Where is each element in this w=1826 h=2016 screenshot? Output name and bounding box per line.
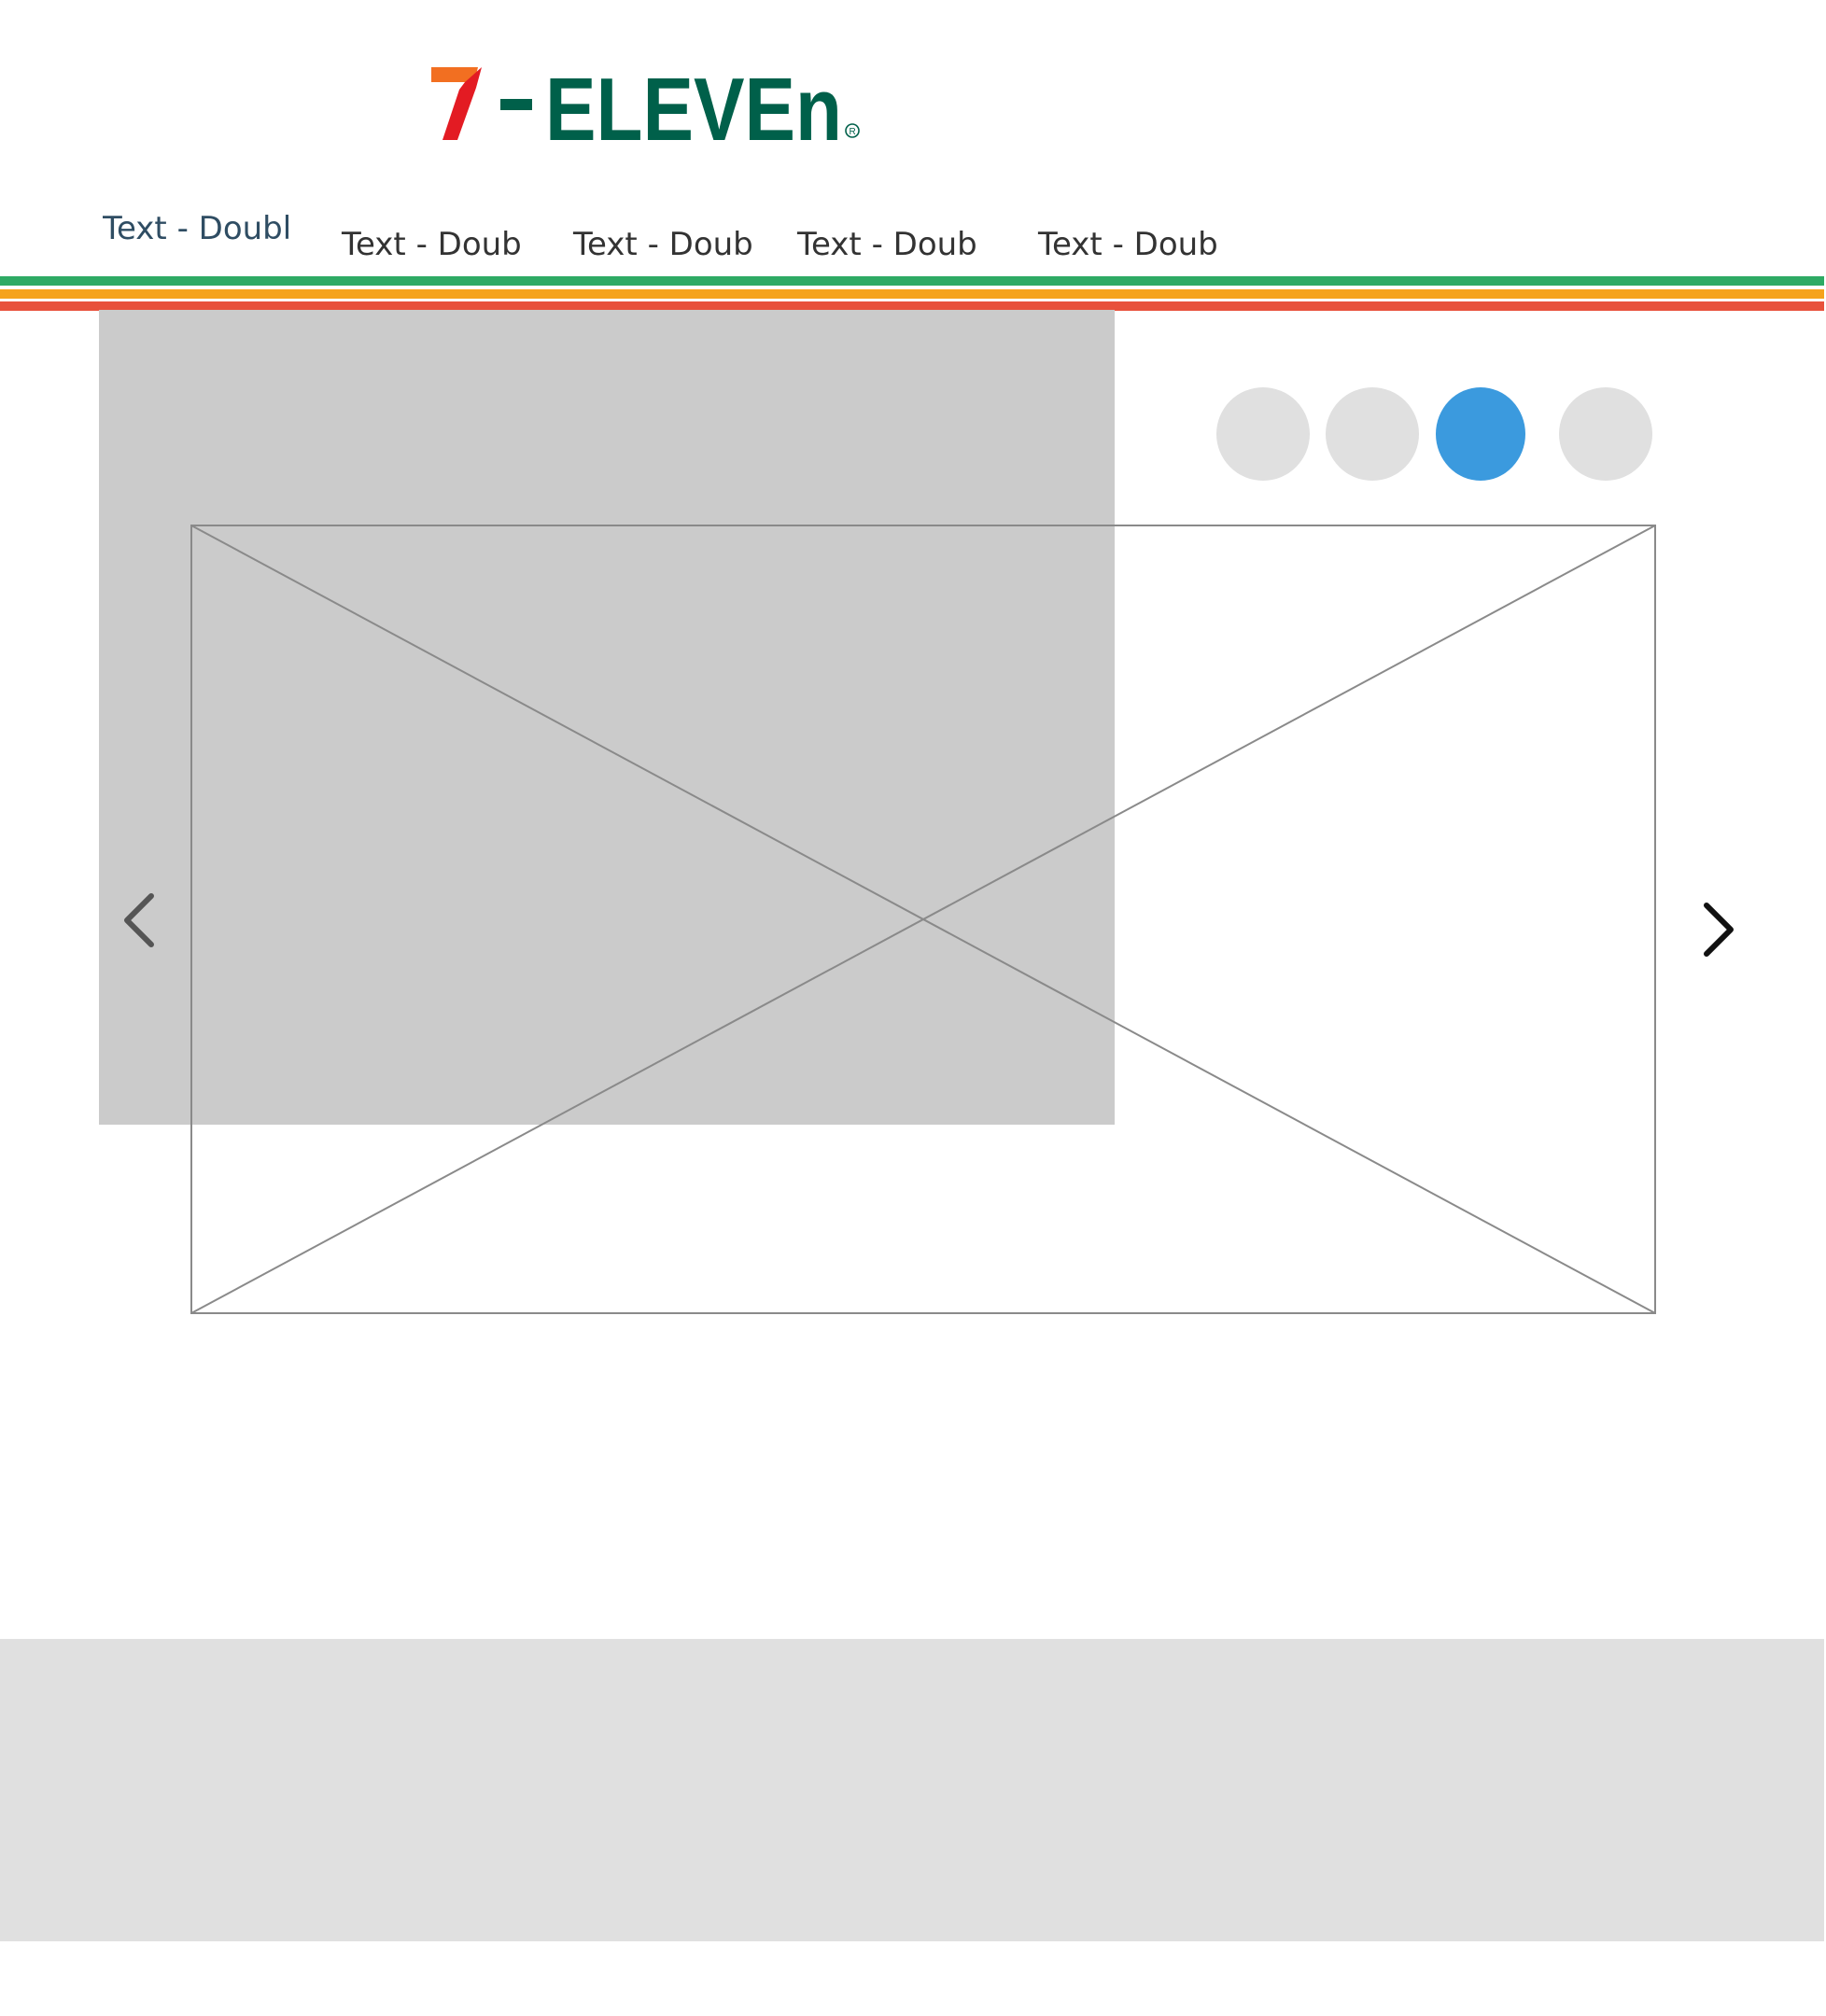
chevron-left-icon [124, 893, 154, 947]
nav-item-4[interactable]: Text - Doub [797, 224, 977, 265]
chevron-right-icon [1704, 903, 1734, 957]
carousel-dot-4[interactable] [1559, 387, 1652, 481]
carousel-dot-1[interactable] [1216, 387, 1310, 481]
carousel-dot-2[interactable] [1326, 387, 1419, 481]
brand-stripe-green [0, 276, 1824, 286]
nav-item-5[interactable]: Text - Doub [1038, 224, 1218, 265]
svg-text:R: R [850, 127, 856, 137]
seven-eleven-logo-mark: ELEVEn R [431, 63, 860, 147]
nav-item-3[interactable]: Text - Doub [573, 224, 753, 265]
carousel-prev-button[interactable] [121, 892, 159, 948]
carousel-next-button[interactable] [1701, 902, 1738, 958]
nav-item-label: Text - Doubl [103, 210, 292, 247]
footer-band [0, 1639, 1824, 1941]
nav-item-2[interactable]: Text - Doub [342, 224, 522, 265]
svg-text:ELEVEn: ELEVEn [545, 63, 842, 147]
nav-item-1[interactable]: Text - Doubl ... [103, 208, 291, 264]
nav-item-sublabel: ... [103, 253, 291, 264]
seven-eleven-logo[interactable]: ELEVEn R [431, 63, 870, 147]
brand-stripe-orange [0, 289, 1824, 299]
carousel-dot-3[interactable] [1436, 387, 1525, 481]
hero-image-placeholder [190, 525, 1656, 1314]
